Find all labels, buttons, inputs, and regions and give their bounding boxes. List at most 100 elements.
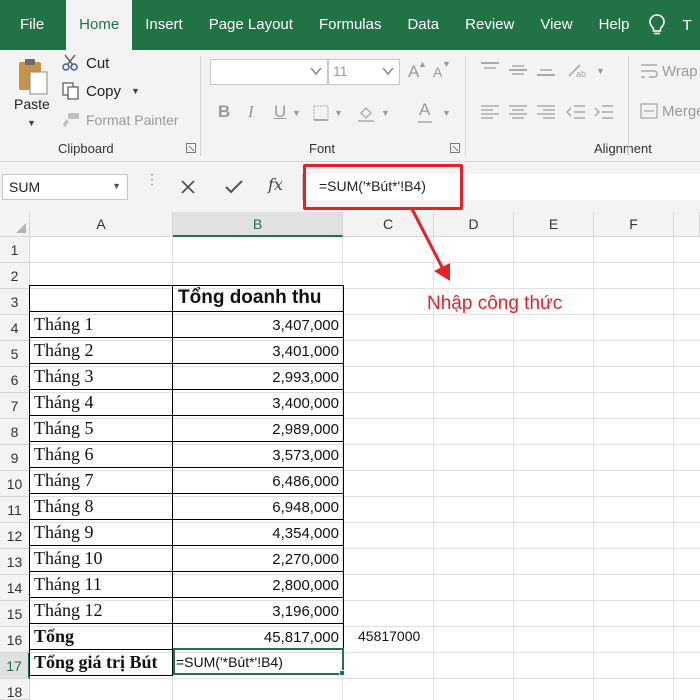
month-label[interactable]: Tháng 4 <box>30 390 93 415</box>
decrease-indent-icon[interactable] <box>566 104 586 120</box>
merge-center-icon[interactable] <box>640 102 658 120</box>
wrap-text-label[interactable]: Wrap <box>662 63 698 80</box>
font-color-dropdown-icon[interactable]: ▼ <box>442 108 451 118</box>
bottom-align-icon[interactable] <box>536 64 556 78</box>
wrap-text-icon[interactable] <box>640 62 658 80</box>
row-header[interactable]: 5 <box>0 341 30 367</box>
align-center-icon[interactable] <box>508 104 528 120</box>
month-label[interactable]: Tháng 12 <box>30 598 102 623</box>
row-header[interactable]: 4 <box>0 315 30 341</box>
row-header[interactable]: 18 <box>0 679 30 700</box>
row-header[interactable]: 15 <box>0 601 30 627</box>
month-value[interactable]: 2,989,000 <box>173 416 343 441</box>
middle-align-icon[interactable] <box>508 64 528 78</box>
row-header[interactable]: 1 <box>0 237 30 263</box>
pen-total-label[interactable]: Tổng giá trị Bút <box>30 650 158 675</box>
month-value[interactable]: 4,354,000 <box>173 520 343 545</box>
cancel-button[interactable] <box>174 174 202 200</box>
chevron-down-icon[interactable]: ▼ <box>112 181 121 191</box>
tab-view[interactable]: View <box>527 0 585 50</box>
month-value[interactable]: 2,270,000 <box>173 546 343 571</box>
font-launcher-icon[interactable] <box>450 143 460 153</box>
month-value[interactable]: 6,948,000 <box>173 494 343 519</box>
tab-home[interactable]: Home <box>66 0 133 50</box>
copy-dropdown-icon[interactable]: ▼ <box>131 86 140 96</box>
row-header[interactable]: 10 <box>0 471 30 497</box>
month-label[interactable]: Tháng 2 <box>30 338 93 363</box>
drag-handle-icon[interactable]: ⋮ <box>145 172 159 186</box>
row-header[interactable]: 17 <box>0 653 30 679</box>
total-c-value[interactable]: 45817000 <box>356 624 420 649</box>
fill-color-icon[interactable] <box>357 104 375 122</box>
month-label[interactable]: Tháng 5 <box>30 416 93 441</box>
month-label[interactable]: Tháng 11 <box>30 572 102 597</box>
month-label[interactable]: Tháng 6 <box>30 442 93 467</box>
month-label[interactable]: Tháng 3 <box>30 364 93 389</box>
column-header-next[interactable] <box>674 212 700 237</box>
name-box[interactable]: SUM ▼ <box>2 174 128 200</box>
borders-dropdown-icon[interactable]: ▼ <box>334 108 343 118</box>
copy-button[interactable]: Copy ▼ <box>62 80 140 102</box>
row-header[interactable]: 12 <box>0 523 30 549</box>
underline-button[interactable]: U <box>274 102 286 122</box>
month-value[interactable]: 3,407,000 <box>173 312 343 337</box>
row-header[interactable]: 16 <box>0 627 30 653</box>
month-label[interactable]: Tháng 9 <box>30 520 93 545</box>
row-header[interactable]: 3 <box>0 289 30 315</box>
enter-button[interactable] <box>220 174 248 200</box>
shrink-font-icon[interactable]: A <box>433 64 442 80</box>
month-label[interactable]: Tháng 7 <box>30 468 93 493</box>
column-header-f[interactable]: F <box>594 212 674 237</box>
lightbulb-icon[interactable] <box>642 0 672 50</box>
fill-handle[interactable] <box>339 670 345 676</box>
month-label[interactable]: Tháng 10 <box>30 546 102 571</box>
select-all-button[interactable] <box>0 212 30 237</box>
font-color-button[interactable]: A <box>419 100 430 120</box>
month-value[interactable]: 6,486,000 <box>173 468 343 493</box>
tab-help[interactable]: Help <box>586 0 643 50</box>
align-right-icon[interactable] <box>536 104 556 120</box>
table-header[interactable]: Tổng doanh thu <box>173 287 322 311</box>
column-header-a[interactable]: A <box>30 212 173 237</box>
format-painter-button[interactable]: Format Painter <box>62 109 179 131</box>
month-value[interactable]: 3,196,000 <box>173 598 343 623</box>
row-header[interactable]: 6 <box>0 367 30 393</box>
row-header[interactable]: 9 <box>0 445 30 471</box>
row-header[interactable]: 2 <box>0 263 30 289</box>
borders-icon[interactable] <box>313 105 329 121</box>
tab-page-layout[interactable]: Page Layout <box>196 0 306 50</box>
month-value[interactable]: 3,400,000 <box>173 390 343 415</box>
month-value[interactable]: 2,800,000 <box>173 572 343 597</box>
total-value[interactable]: 45,817,000 <box>173 624 343 649</box>
orientation-dropdown-icon[interactable]: ▼ <box>596 66 605 76</box>
row-header[interactable]: 8 <box>0 419 30 445</box>
column-header-e[interactable]: E <box>514 212 594 237</box>
italic-button[interactable]: I <box>248 102 254 122</box>
row-header[interactable]: 14 <box>0 575 30 601</box>
bold-button[interactable]: B <box>218 102 230 122</box>
merge-center-label[interactable]: Merge <box>662 103 700 120</box>
month-value[interactable]: 2,993,000 <box>173 364 343 389</box>
tab-review[interactable]: Review <box>452 0 527 50</box>
month-value[interactable]: 3,573,000 <box>173 442 343 467</box>
clipboard-launcher-icon[interactable] <box>186 143 196 153</box>
column-header-b[interactable]: B <box>173 212 343 237</box>
month-label[interactable]: Tháng 1 <box>30 312 93 337</box>
tab-formulas[interactable]: Formulas <box>306 0 395 50</box>
cut-button[interactable]: Cut <box>62 52 109 74</box>
align-left-icon[interactable] <box>480 104 500 120</box>
orientation-icon[interactable]: ab <box>566 62 586 78</box>
font-name-box[interactable] <box>210 59 328 85</box>
underline-dropdown-icon[interactable]: ▼ <box>292 108 301 118</box>
tab-file[interactable]: File <box>0 0 66 50</box>
row-header[interactable]: 11 <box>0 497 30 523</box>
fill-color-dropdown-icon[interactable]: ▼ <box>381 108 390 118</box>
increase-indent-icon[interactable] <box>594 104 614 120</box>
top-align-icon[interactable] <box>480 62 500 76</box>
month-value[interactable]: 3,401,000 <box>173 338 343 363</box>
row-header[interactable]: 7 <box>0 393 30 419</box>
row-header[interactable]: 13 <box>0 549 30 575</box>
font-size-box[interactable]: 11 <box>328 59 400 85</box>
tab-insert[interactable]: Insert <box>132 0 196 50</box>
tab-data[interactable]: Data <box>394 0 452 50</box>
